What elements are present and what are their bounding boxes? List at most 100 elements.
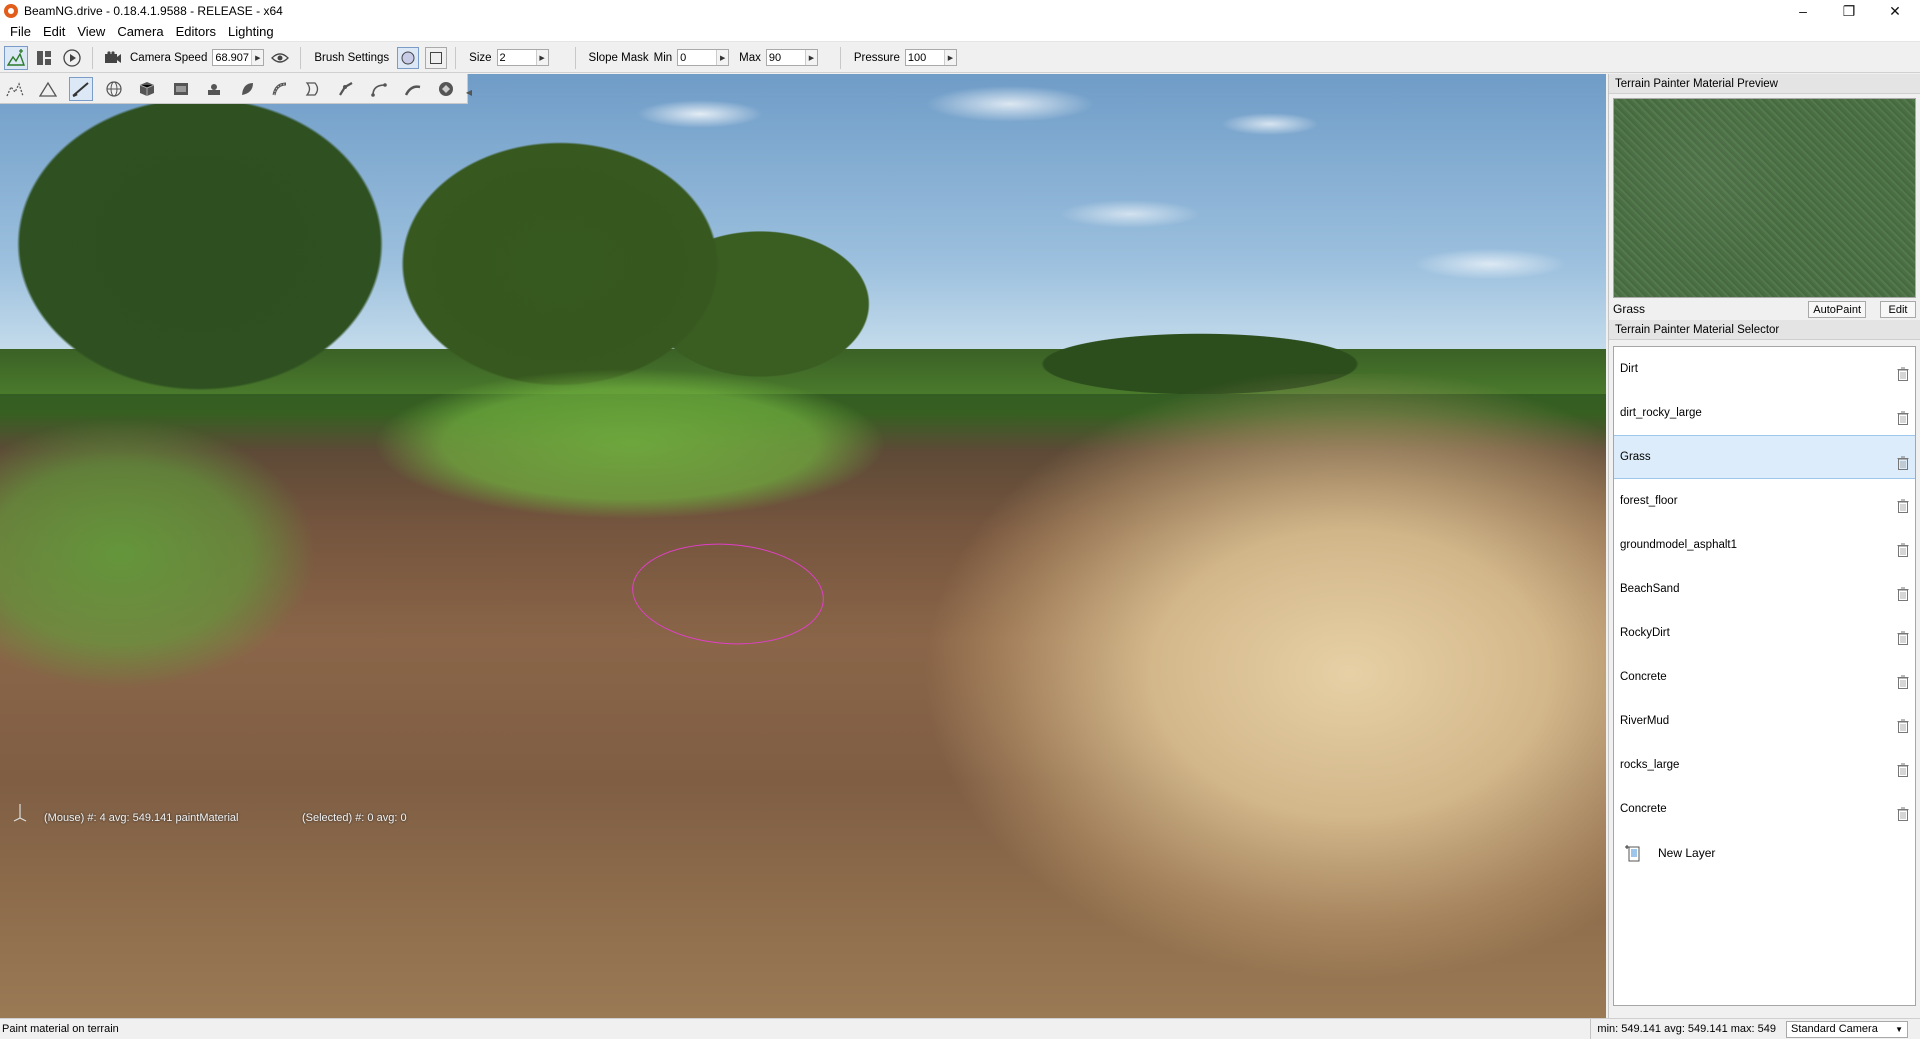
toolbar-separator	[92, 46, 93, 69]
eye-icon[interactable]	[268, 46, 292, 70]
material-row[interactable]: forest_floor	[1614, 479, 1915, 523]
autopaint-button[interactable]: AutoPaint	[1808, 300, 1866, 318]
material-name: dirt_rocky_large	[1620, 407, 1702, 419]
camera-mode-select[interactable]: Standard Camera ▼	[1786, 1020, 1908, 1038]
tool-globe-icon[interactable]	[102, 77, 126, 101]
slope-min-input[interactable]	[678, 50, 717, 65]
pressure-field[interactable]: ▶	[904, 49, 957, 66]
menu-bar: File Edit View Camera Editors Lighting	[0, 22, 1920, 42]
material-row[interactable]: Dirt	[1614, 347, 1915, 391]
menu-camera[interactable]: Camera	[111, 22, 169, 42]
title-bar: BeamNG.drive - 0.18.4.1.9588 - RELEASE -…	[0, 0, 1920, 22]
preview-material-name: Grass	[1613, 302, 1646, 316]
size-field[interactable]: ▶	[496, 49, 549, 66]
brush-settings-label: Brush Settings	[314, 51, 390, 64]
tool-cube-icon[interactable]	[136, 77, 160, 101]
brush-circle-button[interactable]	[397, 46, 420, 69]
terrain-tools-toolbar	[0, 74, 468, 104]
size-arrow-icon[interactable]: ▶	[535, 50, 548, 65]
pressure-arrow-icon[interactable]: ▶	[943, 50, 956, 65]
3d-viewport[interactable]: (Mouse) #: 4 avg: 549.141 paintMaterial …	[0, 74, 1606, 1018]
tool-river-icon[interactable]	[301, 77, 325, 101]
terrain-editor-icon[interactable]	[4, 45, 28, 70]
camera-icon[interactable]	[101, 46, 125, 70]
selection-info-text: (Selected) #: 0 avg: 0	[302, 812, 407, 824]
trash-icon[interactable]	[1897, 763, 1909, 777]
material-name: RiverMud	[1620, 715, 1670, 727]
camera-speed-arrow-icon[interactable]: ▶	[251, 50, 264, 65]
new-layer-row[interactable]: New Layer	[1614, 831, 1915, 875]
preview-bar: Grass AutoPaint Edit	[1609, 298, 1920, 320]
slope-max-input[interactable]	[766, 50, 805, 65]
trash-icon[interactable]	[1897, 807, 1909, 821]
close-button[interactable]: ✕	[1872, 0, 1918, 22]
trash-icon[interactable]	[1897, 367, 1909, 381]
brush-square-button[interactable]	[425, 46, 448, 69]
layout-panels-icon[interactable]	[32, 46, 56, 70]
circle-brush-icon	[401, 51, 415, 64]
slope-min-field[interactable]: ▶	[677, 49, 730, 66]
toolbar-separator	[300, 46, 302, 69]
camera-speed-input[interactable]	[213, 50, 252, 65]
trash-icon[interactable]	[1897, 675, 1909, 689]
slope-max-arrow-icon[interactable]: ▶	[804, 50, 817, 65]
material-row[interactable]: Concrete	[1614, 655, 1915, 699]
tool-forest-icon[interactable]	[235, 77, 259, 101]
material-row[interactable]: Grass	[1614, 435, 1915, 479]
window-title: BeamNG.drive - 0.18.4.1.9588 - RELEASE -…	[24, 4, 283, 18]
tool-paint-material-icon[interactable]	[69, 76, 93, 101]
trash-icon[interactable]	[1897, 631, 1909, 645]
menu-editors[interactable]: Editors	[170, 22, 222, 42]
material-row[interactable]: dirt_rocky_large	[1614, 391, 1915, 435]
toolbar-separator	[574, 46, 576, 69]
material-list: Dirt dirt_rocky_large Grass forest_floor gro…	[1613, 346, 1916, 1006]
height-stats-text: min: 549.141 avg: 549.141 max: 549	[1590, 1018, 1782, 1039]
trash-icon[interactable]	[1897, 499, 1909, 513]
material-row[interactable]: rocks_large	[1614, 743, 1915, 787]
edit-material-button[interactable]: Edit	[1880, 300, 1916, 318]
menu-edit[interactable]: Edit	[37, 22, 71, 42]
mouse-info-text: (Mouse) #: 4 avg: 549.141 paintMaterial	[44, 812, 239, 824]
tool-adjust-height-icon[interactable]	[36, 77, 60, 101]
pressure-input[interactable]	[905, 50, 944, 65]
sand-area	[900, 374, 1606, 1018]
material-name: BeachSand	[1620, 583, 1680, 595]
trash-icon[interactable]	[1897, 411, 1909, 425]
material-row[interactable]: Concrete	[1614, 787, 1915, 831]
menu-file[interactable]: File	[4, 22, 37, 42]
trash-icon[interactable]	[1897, 587, 1909, 601]
play-icon[interactable]	[60, 46, 84, 70]
material-row[interactable]: groundmodel_asphalt1	[1614, 523, 1915, 567]
tool-datablock-icon[interactable]	[169, 77, 193, 101]
size-label: Size	[469, 51, 492, 64]
material-row[interactable]: BeachSand	[1614, 567, 1915, 611]
material-name: RockyDirt	[1620, 627, 1670, 639]
minimize-button[interactable]: –	[1780, 0, 1826, 22]
chevron-down-icon: ▼	[1895, 1024, 1903, 1034]
main-toolbar: Camera Speed ▶ Brush Settings Size ▶ Slo…	[0, 43, 1920, 73]
trash-icon[interactable]	[1897, 543, 1909, 557]
tool-select-icon[interactable]	[3, 77, 27, 101]
tool-navmesh-icon[interactable]	[434, 77, 458, 101]
camera-speed-field[interactable]: ▶	[212, 49, 265, 66]
trash-icon[interactable]	[1897, 719, 1909, 733]
grass-patch	[0, 404, 440, 784]
tool-decal-road-icon[interactable]	[401, 77, 425, 101]
size-input[interactable]	[497, 50, 536, 65]
material-row[interactable]: RockyDirt	[1614, 611, 1915, 655]
slope-max-field[interactable]: ▶	[765, 49, 818, 66]
tool-spline-icon[interactable]	[368, 77, 392, 101]
tool-decal-icon[interactable]	[202, 77, 226, 101]
menu-lighting[interactable]: Lighting	[222, 22, 280, 42]
maximize-button[interactable]: ❐	[1826, 0, 1872, 22]
slope-min-label: Min	[653, 51, 673, 64]
material-row[interactable]: RiverMud	[1614, 699, 1915, 743]
pressure-label: Pressure	[853, 51, 900, 64]
collapse-arrow-icon[interactable]: ◀	[466, 82, 472, 102]
tool-mesh-road-icon[interactable]	[334, 77, 358, 101]
tool-road-icon[interactable]	[268, 77, 292, 101]
menu-view[interactable]: View	[71, 22, 111, 42]
slope-min-arrow-icon[interactable]: ▶	[716, 50, 729, 65]
trash-icon[interactable]	[1897, 456, 1909, 470]
new-layer-icon	[1624, 844, 1642, 862]
